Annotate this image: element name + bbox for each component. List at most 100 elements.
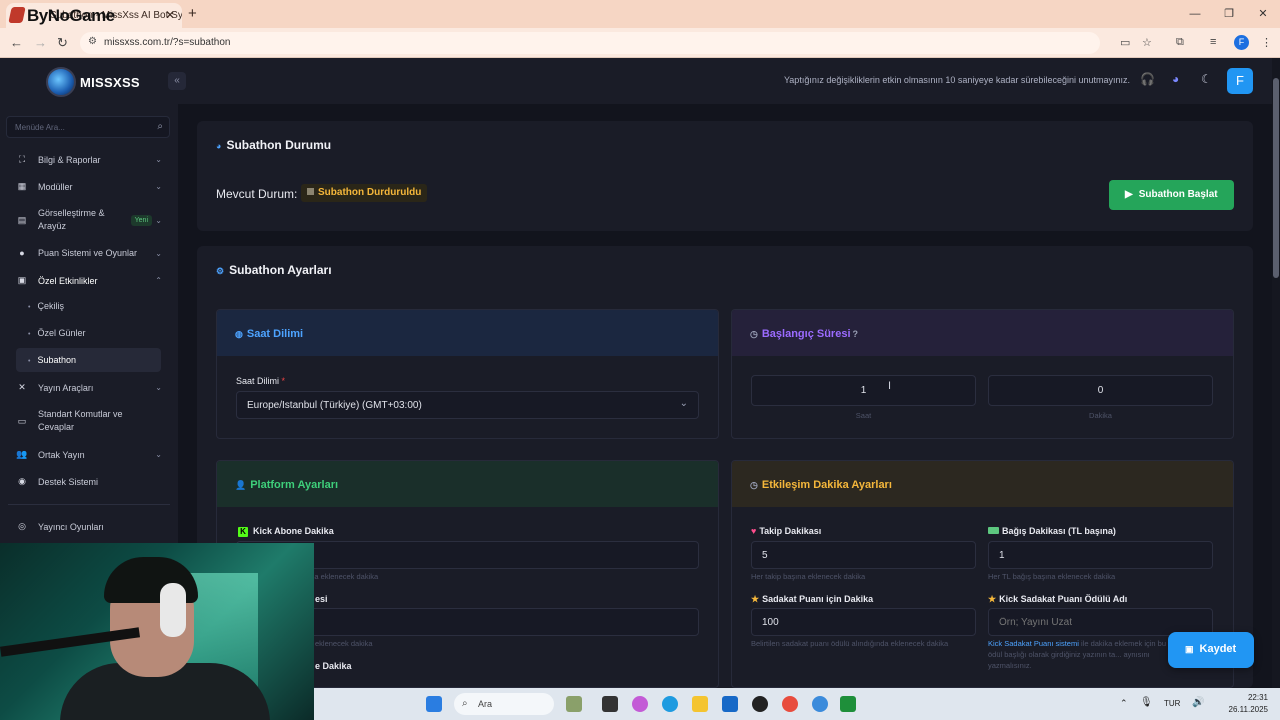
sidebar-item-destek-sistemi[interactable]: ◉ Destek Sistemi bbox=[16, 476, 166, 487]
subathon-status-card: ◕ Subathon Durumu Mevcut Durum: Subathon … bbox=[197, 121, 1253, 231]
extensions-icon[interactable]: ⧉ bbox=[1176, 36, 1184, 49]
calendar-icon: ▣ bbox=[17, 275, 27, 285]
obs-icon[interactable] bbox=[752, 696, 768, 712]
maximize-button[interactable]: ❐ bbox=[1212, 0, 1246, 28]
floppy-disk-icon: ▣ bbox=[1185, 644, 1194, 654]
search-icon: ⌕ bbox=[462, 698, 468, 709]
timezone-header: ◍ Saat Dilimi bbox=[235, 328, 303, 340]
timezone-select-value: Europe/Istanbul (Türkiye) (GMT+03:00) bbox=[247, 400, 422, 411]
chevron-down-icon: ⌄ bbox=[155, 155, 162, 164]
search-icon[interactable]: ⌕ bbox=[157, 121, 163, 132]
store-icon[interactable] bbox=[722, 696, 738, 712]
edge-icon[interactable] bbox=[662, 696, 678, 712]
discord-icon[interactable]: ◕ bbox=[1172, 72, 1179, 86]
play-icon: ▶ bbox=[1125, 189, 1133, 200]
forward-icon[interactable]: → bbox=[34, 35, 47, 50]
chevron-down-icon: ⌄ bbox=[679, 398, 688, 409]
save-button-label: Kaydet bbox=[1199, 643, 1237, 655]
timezone-label-text: Saat Dilimi bbox=[236, 376, 280, 386]
chevron-down-icon: ⌄ bbox=[155, 182, 162, 191]
windows-taskbar: ⌕ Ara ⌃ 🎙 TUR 🔊 22:31 26.11.2025 bbox=[314, 688, 1280, 720]
platform-row2-help: eklenecek dakika bbox=[315, 639, 373, 648]
status-badge-text: Subathon Durduruldu bbox=[318, 187, 422, 198]
copilot-icon[interactable] bbox=[632, 696, 648, 712]
bookmark-star-icon[interactable]: ☆ bbox=[1142, 36, 1152, 49]
language-indicator[interactable]: TUR bbox=[1164, 699, 1180, 708]
chrome-profile-icon[interactable] bbox=[812, 696, 828, 712]
help-circle-icon[interactable]: ? bbox=[853, 329, 859, 339]
timezone-panel: ◍ Saat Dilimi Saat Dilimi * Europe/Istanb… bbox=[216, 309, 719, 439]
follow-minutes-input[interactable]: 5 bbox=[751, 541, 976, 569]
timezone-select[interactable]: Europe/Istanbul (Türkiye) (GMT+03:00) ⌄ bbox=[236, 391, 699, 419]
hours-input[interactable]: 1 bbox=[751, 375, 976, 406]
donation-label-text: Bağış Dakikası (TL başına) bbox=[1002, 526, 1116, 536]
widget-icon[interactable] bbox=[566, 696, 582, 712]
new-tab-button[interactable]: + bbox=[188, 5, 197, 22]
donation-minutes-input[interactable]: 1 bbox=[988, 541, 1213, 569]
task-view-icon[interactable] bbox=[602, 696, 618, 712]
reload-icon[interactable]: ↻ bbox=[57, 35, 68, 51]
sidebar-item-ortak-yayin[interactable]: 👥 Ortak Yayın ⌄ bbox=[16, 449, 166, 460]
sidebar-collapse-button[interactable]: « bbox=[168, 72, 186, 90]
taskbar-date: 26.11.2025 bbox=[1228, 705, 1268, 714]
chevron-down-icon: ⌄ bbox=[155, 215, 162, 225]
start-duration-panel: ◷ Başlangıç Süresi? 1 I Saat 0 Dakika bbox=[731, 309, 1234, 439]
sidebar-subitem-subathon[interactable]: Subathon bbox=[28, 355, 76, 365]
timezone-header-text: Saat Dilimi bbox=[246, 328, 304, 340]
site-info-icon[interactable]: ⚙ bbox=[88, 36, 97, 47]
sidebar-item-label: Standart Komutlar ve Cevaplar bbox=[38, 409, 123, 432]
start-subathon-button[interactable]: ▶ Subathon Başlat bbox=[1109, 180, 1234, 210]
sidebar-item-gorsellestirme[interactable]: ▤ Görselleştirme & Arayüz Yeni ⌄ bbox=[16, 207, 166, 233]
required-asterisk: * bbox=[281, 376, 286, 386]
windows-start-icon[interactable] bbox=[426, 696, 442, 712]
close-window-button[interactable]: ✕ bbox=[1246, 0, 1280, 28]
menu-search-input[interactable]: Menüde Ara... ⌕ bbox=[6, 116, 170, 138]
clock-icon: ◷ bbox=[750, 329, 758, 339]
user-avatar-button[interactable]: F bbox=[1227, 68, 1253, 94]
current-status-label: Mevcut Durum: bbox=[216, 187, 298, 201]
sidebar-item-label: Modüller bbox=[38, 181, 73, 192]
sidebar-item-moduller[interactable]: ▦ Modüller ⌄ bbox=[16, 181, 166, 192]
minutes-input[interactable]: 0 bbox=[988, 375, 1213, 406]
back-icon[interactable]: ← bbox=[10, 35, 23, 50]
brand-logo[interactable]: MISSXSS bbox=[46, 65, 140, 99]
platform-row3-label: e Dakika bbox=[315, 661, 352, 671]
sidebar-item-puan-sistemi[interactable]: ● Puan Sistemi ve Oyunlar ⌄ bbox=[16, 248, 166, 258]
browser-profile-avatar[interactable]: F bbox=[1234, 35, 1249, 50]
donation-label: Bağış Dakikası (TL başına) bbox=[988, 526, 1116, 536]
loyalty-minutes-input[interactable]: 100 bbox=[751, 608, 976, 636]
headset-icon[interactable]: 🎧 bbox=[1140, 72, 1155, 86]
dark-mode-icon[interactable]: ☾ bbox=[1201, 72, 1212, 86]
chrome-icon[interactable] bbox=[782, 696, 798, 712]
volume-icon[interactable]: 🔊 bbox=[1192, 697, 1204, 708]
user-plus-icon: 👤 bbox=[235, 480, 247, 490]
save-button[interactable]: ▣ Kaydet bbox=[1168, 632, 1254, 668]
minimize-button[interactable]: — bbox=[1178, 0, 1212, 28]
taskbar-time: 22:31 bbox=[1247, 693, 1268, 702]
taskbar-search[interactable]: ⌕ Ara bbox=[454, 693, 554, 715]
sidebar-item-yayin-araclari[interactable]: ✕ Yayın Araçları ⌄ bbox=[16, 382, 166, 393]
sidebar-item-standart-komutlar[interactable]: ▭ Standart Komutlar ve Cevaplar bbox=[16, 408, 166, 434]
tab-close-icon[interactable]: ✕ bbox=[165, 8, 175, 22]
xbox-icon[interactable] bbox=[840, 696, 856, 712]
microphone-icon[interactable]: 🎙 bbox=[1140, 697, 1153, 708]
scrollbar-thumb[interactable] bbox=[1273, 78, 1279, 278]
url-field[interactable]: ⚙ missxss.com.tr/?s=subathon bbox=[80, 32, 1100, 54]
sidebar-item-yayinci-oyunlari[interactable]: ◎ Yayıncı Oyunları bbox=[16, 521, 166, 532]
loyalty-label: ★ Sadakat Puanı için Dakika bbox=[751, 594, 873, 605]
stream-logo-overlay: ByNoGame bbox=[8, 6, 115, 26]
address-bar-row: ← → ↻ ⚙ missxss.com.tr/?s=subathon ▭ ☆ ⧉… bbox=[0, 28, 1280, 58]
sidebar-item-ozel-etkinlikler[interactable]: ▣ Özel Etkinlikler ⌃ bbox=[16, 275, 166, 286]
sidebar-item-bilgi-raporlar[interactable]: ⛶ Bilgi & Raporlar ⌄ bbox=[16, 154, 166, 165]
sidebar-subitem-cekilis[interactable]: Çekiliş bbox=[28, 301, 64, 311]
reading-list-icon[interactable]: ≡ bbox=[1210, 36, 1216, 48]
file-explorer-icon[interactable] bbox=[692, 696, 708, 712]
browser-menu-icon[interactable]: ⋮ bbox=[1261, 36, 1272, 49]
kick-loyalty-link[interactable]: Kick Sadakat Puanı sistemi bbox=[988, 639, 1079, 648]
tray-chevron-icon[interactable]: ⌃ bbox=[1120, 698, 1128, 709]
start-duration-header: ◷ Başlangıç Süresi? bbox=[750, 328, 858, 340]
loyalty-help: Belirtilen sadakat puanı ödülü alındığın… bbox=[751, 639, 949, 648]
cast-icon[interactable]: ▭ bbox=[1120, 36, 1130, 49]
sidebar-subitem-ozel-gunler[interactable]: Özel Günler bbox=[28, 328, 85, 338]
interaction-panel: ◷ Etkileşim Dakika Ayarları ♥ Takip Dakika… bbox=[731, 460, 1234, 688]
